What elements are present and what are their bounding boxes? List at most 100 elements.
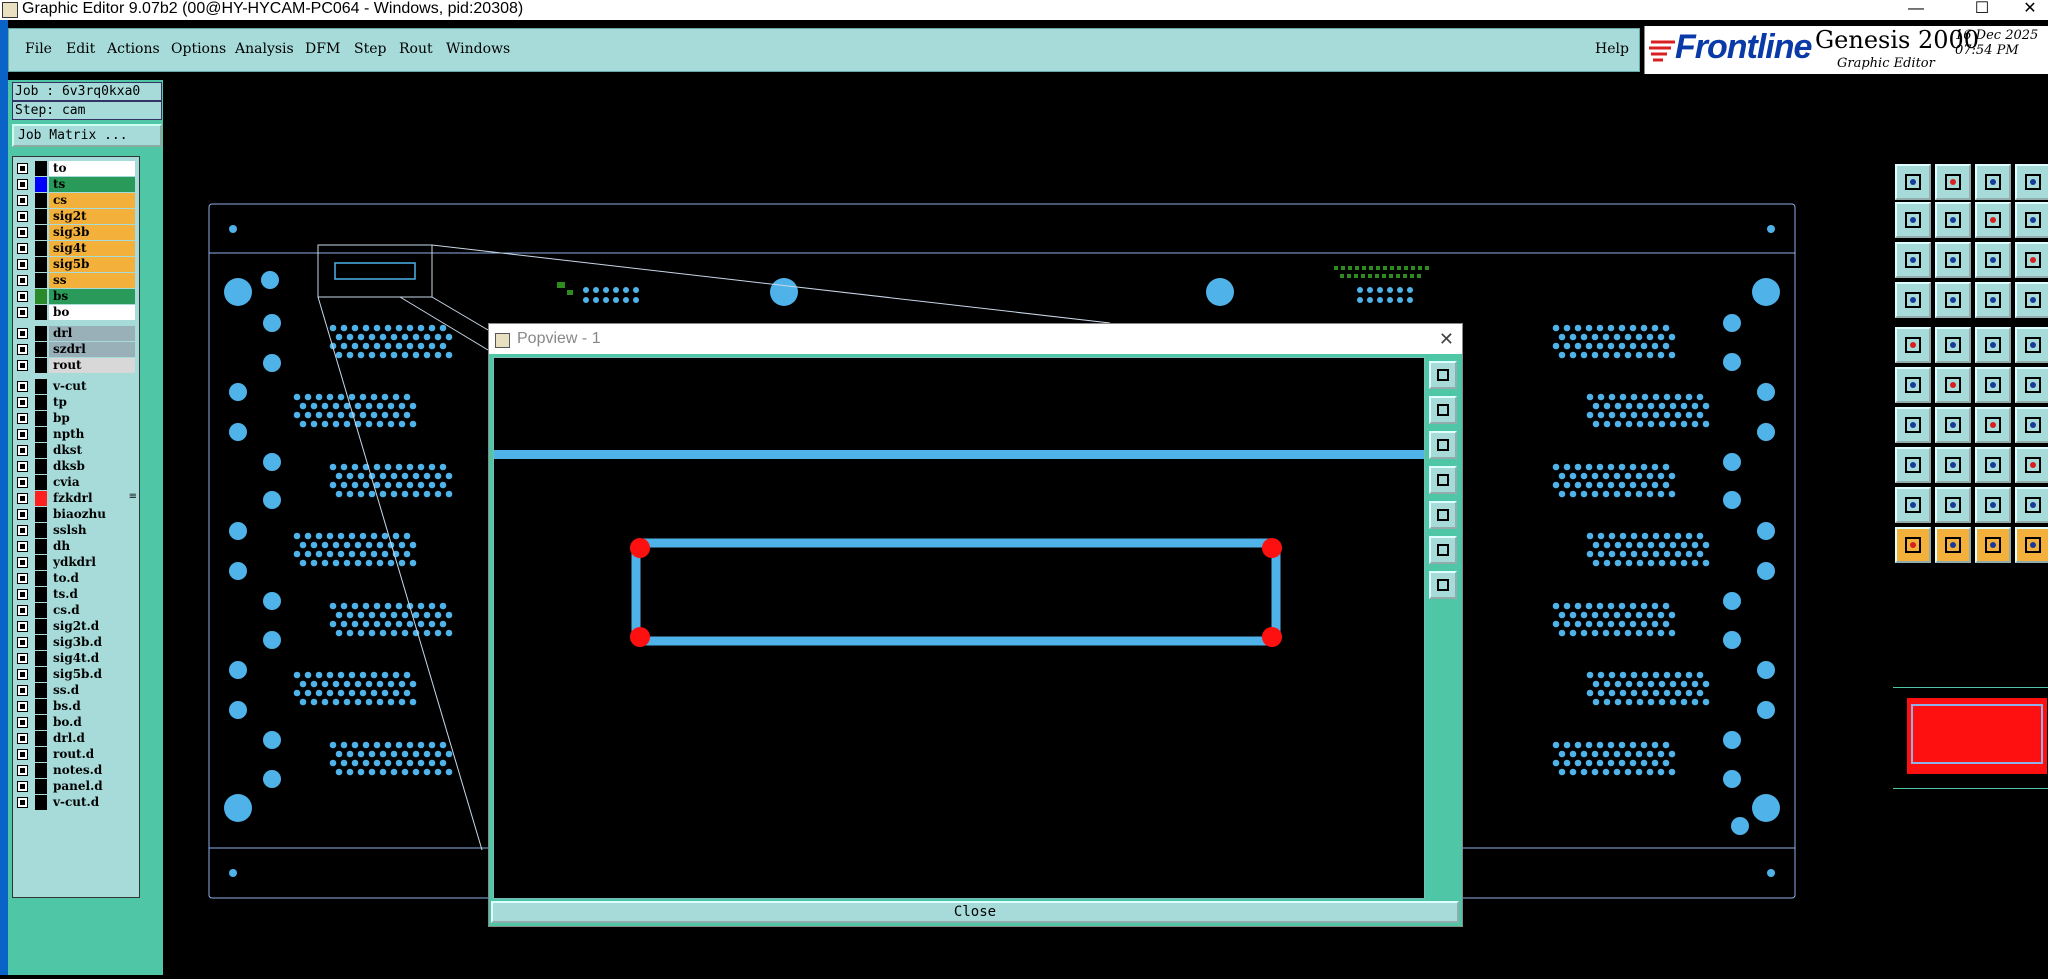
layer-color-swatch[interactable] [35, 603, 47, 618]
layer-checkbox[interactable] [17, 291, 28, 302]
layer-row[interactable]: sig4t [15, 241, 135, 256]
layer-checkbox[interactable] [17, 445, 28, 456]
menu-file[interactable]: File [25, 41, 52, 57]
layer-row[interactable]: v-cut.d [15, 795, 135, 810]
menu-analysis[interactable]: Analysis [235, 41, 294, 57]
layer-row[interactable]: tp [15, 395, 135, 410]
layer-name[interactable]: panel.d [49, 779, 135, 794]
layer-color-swatch[interactable] [35, 427, 47, 442]
layer-row[interactable]: drl [15, 326, 135, 341]
layer-color-swatch[interactable] [35, 326, 47, 341]
menu-help[interactable]: Help [1595, 41, 1629, 57]
node-button[interactable] [1895, 367, 1931, 403]
menu-actions[interactable]: Actions [107, 41, 160, 57]
layer-name[interactable]: bs.d [49, 699, 135, 714]
layer-name[interactable]: ts.d [49, 587, 135, 602]
layer-row[interactable]: bo [15, 305, 135, 320]
layer-checkbox[interactable] [17, 461, 28, 472]
layer-name[interactable]: ts [49, 177, 135, 192]
layer-color-swatch[interactable] [35, 209, 47, 224]
layer-color-swatch[interactable] [35, 241, 47, 256]
layer-row[interactable]: ts.d [15, 587, 135, 602]
layer-name[interactable]: to [49, 161, 135, 176]
layer-row[interactable]: dh [15, 539, 135, 554]
layer-row[interactable]: cs [15, 193, 135, 208]
layer-checkbox[interactable] [17, 685, 28, 696]
layer-checkbox[interactable] [17, 749, 28, 760]
layer-name[interactable]: sslsh [49, 523, 135, 538]
layer-checkbox[interactable] [17, 781, 28, 792]
layer-name[interactable]: cs [49, 193, 135, 208]
layer-name[interactable]: to.d [49, 571, 135, 586]
layer-checkbox[interactable] [17, 179, 28, 190]
layer-color-swatch[interactable] [35, 683, 47, 698]
layer-color-swatch[interactable] [35, 289, 47, 304]
layer-row[interactable]: ts [15, 177, 135, 192]
tri-c-button[interactable] [1975, 487, 2011, 523]
layer-color-swatch[interactable] [35, 747, 47, 762]
layer-name[interactable]: npth [49, 427, 135, 442]
layer-row[interactable]: drl.d [15, 731, 135, 746]
right-button[interactable] [1429, 501, 1457, 529]
layer-name[interactable]: bp [49, 411, 135, 426]
menu-step[interactable]: Step [354, 41, 386, 57]
layer-checkbox[interactable] [17, 243, 28, 254]
layer-row[interactable]: sig2t.d [15, 619, 135, 634]
layer-checkbox[interactable] [17, 413, 28, 424]
layer-name[interactable]: bo.d [49, 715, 135, 730]
layer-color-swatch[interactable] [35, 273, 47, 288]
layer-color-swatch[interactable] [35, 635, 47, 650]
layer-color-swatch[interactable] [35, 651, 47, 666]
layer-color-swatch[interactable] [35, 555, 47, 570]
layer-row[interactable]: sig3b [15, 225, 135, 240]
popview-canvas[interactable] [493, 357, 1425, 899]
popview-close-button[interactable]: Close [491, 901, 1459, 923]
layer-row[interactable]: szdrl [15, 342, 135, 357]
home-button[interactable] [1975, 164, 2011, 200]
tri-a-button[interactable] [1895, 487, 1931, 523]
layer-name[interactable]: sig5b [49, 257, 135, 272]
zoom-center-button[interactable] [1935, 242, 1971, 278]
menu-options[interactable]: Options [171, 41, 226, 57]
layer-color-swatch[interactable] [35, 177, 47, 192]
overview-map[interactable] [1893, 687, 2048, 789]
layer-row[interactable]: dkst [15, 443, 135, 458]
layer-row[interactable]: sslsh [15, 523, 135, 538]
fit-button[interactable] [1429, 536, 1457, 564]
layer-color-swatch[interactable] [35, 459, 47, 474]
layer-name[interactable]: dksb [49, 459, 135, 474]
layer-name[interactable]: rout [49, 358, 135, 373]
layer-name[interactable]: drl [49, 326, 135, 341]
layer-checkbox[interactable] [17, 509, 28, 520]
layer-name[interactable]: bs [49, 289, 135, 304]
layer-name[interactable]: sig4t.d [49, 651, 135, 666]
circle-button[interactable] [2015, 327, 2048, 363]
function-button[interactable] [2015, 407, 2048, 443]
layer-name[interactable]: biaozhu [49, 507, 135, 522]
layer-color-swatch[interactable] [35, 395, 47, 410]
layer-color-swatch[interactable] [35, 342, 47, 357]
layer-row[interactable]: dksb [15, 459, 135, 474]
layer-row[interactable]: bo.d [15, 715, 135, 730]
menu-edit[interactable]: Edit [66, 41, 95, 57]
layer-row[interactable]: sig3b.d [15, 635, 135, 650]
layer-row[interactable]: cvia [15, 475, 135, 490]
layer-checkbox[interactable] [17, 328, 28, 339]
layer-row[interactable]: sig5b [15, 257, 135, 272]
layer-name[interactable]: dh [49, 539, 135, 554]
layer-color-swatch[interactable] [35, 795, 47, 810]
menu-rout[interactable]: Rout [399, 41, 433, 57]
layer-name[interactable]: sig2t [49, 209, 135, 224]
layer-swap-button[interactable] [1975, 282, 2011, 318]
layer-color-swatch[interactable] [35, 193, 47, 208]
layer-name[interactable]: sig4t [49, 241, 135, 256]
layer-checkbox[interactable] [17, 637, 28, 648]
layer-checkbox[interactable] [17, 541, 28, 552]
layer-row[interactable]: bp [15, 411, 135, 426]
layer-color-swatch[interactable] [35, 571, 47, 586]
layer-color-swatch[interactable] [35, 411, 47, 426]
layer-color-swatch[interactable] [35, 715, 47, 730]
pad-button[interactable] [1895, 327, 1931, 363]
layer-checkbox[interactable] [17, 227, 28, 238]
layer-row[interactable]: cs.d [15, 603, 135, 618]
